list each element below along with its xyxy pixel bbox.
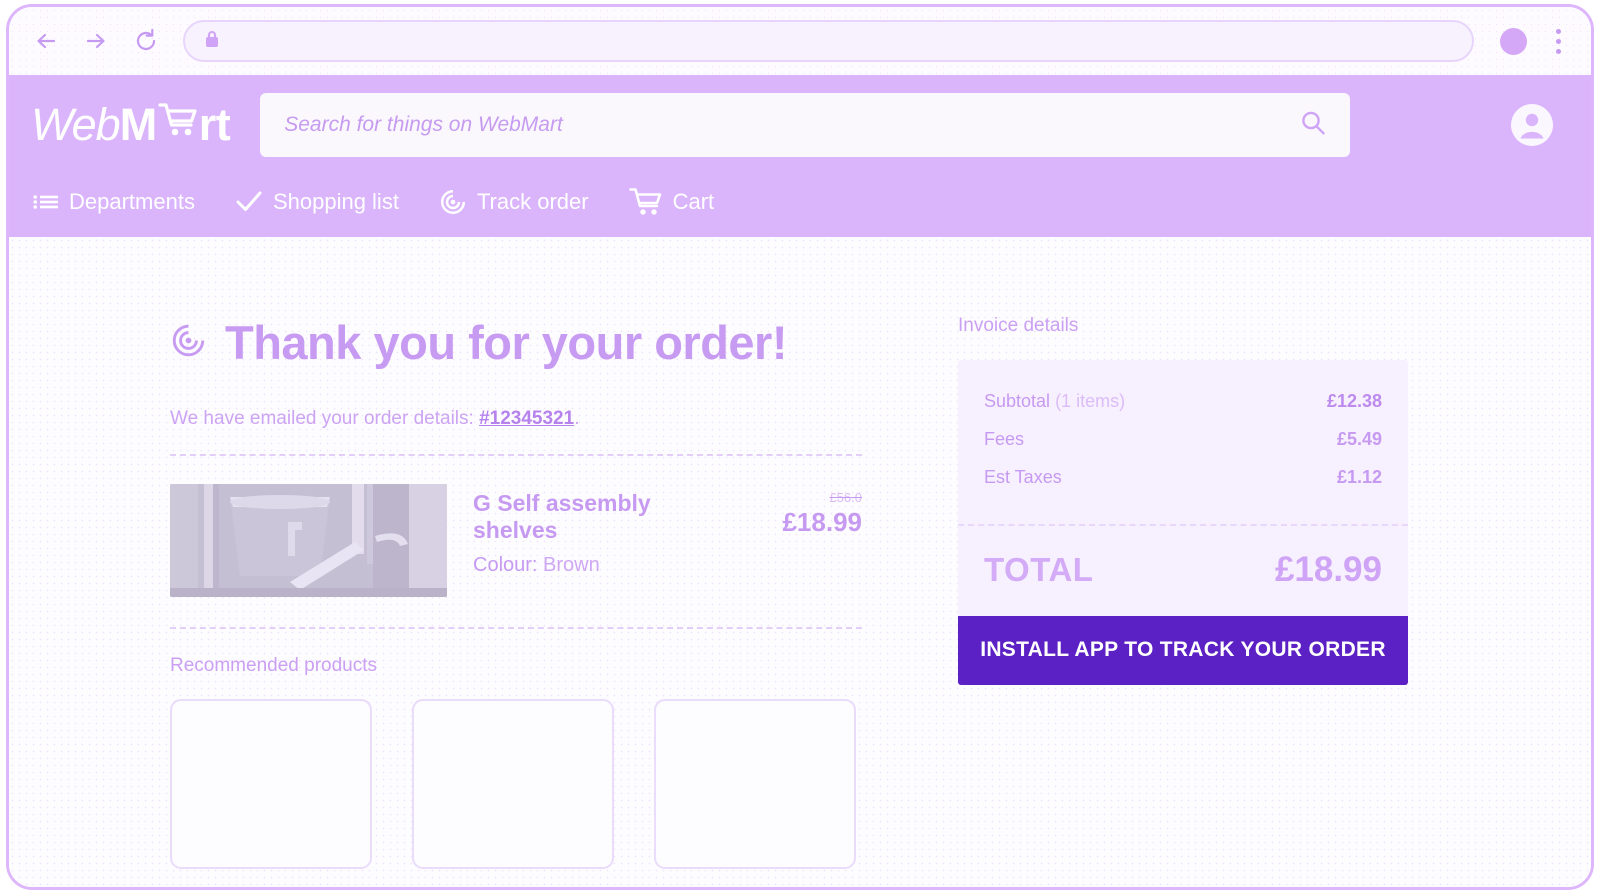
user-account-icon[interactable]	[1509, 102, 1555, 148]
order-email-suffix: .	[574, 408, 580, 429]
profile-circle-icon[interactable]	[1500, 27, 1527, 55]
nav-label-departments: Departments	[69, 189, 195, 214]
invoice-taxes-label: Est Taxes	[984, 467, 1062, 487]
webmart-logo[interactable]: Web M rt	[31, 99, 231, 151]
nav-item-track-order[interactable]: Track order	[439, 188, 589, 216]
invoice-line-fees: Fees £5.49	[984, 422, 1382, 460]
search-input[interactable]: Search for things on WebMart	[260, 93, 1351, 157]
invoice-fees-value: £5.49	[1336, 429, 1382, 449]
arrow-right-icon	[82, 27, 110, 55]
browser-window: Web M rt Search for things on WebMart De…	[6, 4, 1594, 890]
order-summary-column: Thank you for your order! We have emaile…	[170, 315, 862, 869]
search-icon[interactable]	[1298, 108, 1328, 143]
logo-text-rt: rt	[198, 99, 231, 150]
recommended-product-card[interactable]	[412, 699, 614, 869]
target-track-icon	[439, 188, 467, 216]
invoice-line-items: Subtotal (1 items) £12.38 Fees £5.49 Est…	[958, 360, 1408, 524]
invoice-details-title: Invoice details	[958, 315, 1079, 336]
nav-item-shopping-list[interactable]: Shopping list	[235, 189, 399, 215]
logo-text-web: Web	[31, 99, 121, 150]
search-placeholder: Search for things on WebMart	[284, 113, 563, 136]
invoice-total-value: £18.99	[1274, 550, 1382, 589]
invoice-column: Invoice details Subtotal (1 items) £12.3…	[958, 315, 1408, 869]
site-header: Web M rt Search for things on WebMart De…	[9, 75, 1591, 237]
recommended-products-title: Recommended products	[170, 655, 377, 676]
browser-toolbar	[9, 7, 1591, 75]
recommended-products-grid	[170, 699, 862, 869]
lock-icon	[203, 29, 221, 54]
invoice-taxes-value: £1.12	[1336, 467, 1382, 487]
order-item-row: G Self assembly shelves Colour: Brown £5…	[170, 456, 862, 627]
invoice-subtotal-value: £12.38	[1326, 391, 1382, 411]
invoice-subtotal-label: Subtotal	[984, 391, 1056, 411]
forward-button[interactable]	[79, 24, 113, 58]
reload-button[interactable]	[129, 24, 163, 58]
order-email-notice: We have emailed your order details: #123…	[170, 408, 862, 454]
product-attribute-value: Brown	[543, 554, 600, 576]
self-assembly-shelves-photo	[170, 484, 447, 597]
header-top-row: Web M rt Search for things on WebMart	[9, 75, 1591, 175]
hamburger-list-icon	[33, 192, 59, 212]
chrome-right-controls	[1500, 26, 1569, 56]
back-button[interactable]	[29, 24, 63, 58]
nav-item-departments[interactable]: Departments	[33, 189, 195, 215]
invoice-line-taxes: Est Taxes £1.12	[984, 460, 1382, 498]
target-track-icon	[170, 322, 207, 364]
check-icon	[235, 190, 263, 214]
kebab-menu-icon[interactable]	[1547, 26, 1569, 56]
invoice-line-subtotal: Subtotal (1 items) £12.38	[984, 384, 1382, 422]
invoice-line-label: Subtotal (1 items)	[984, 391, 1125, 412]
recommended-product-card[interactable]	[170, 699, 372, 869]
page-content: Thank you for your order! We have emaile…	[9, 237, 1591, 887]
install-app-button[interactable]: INSTALL APP TO TRACK YOUR ORDER	[958, 616, 1408, 685]
invoice-fees-label: Fees	[984, 429, 1025, 449]
invoice-total-row: TOTAL £18.99	[958, 526, 1408, 616]
shopping-cart-icon	[628, 187, 663, 217]
shopping-cart-icon	[158, 101, 198, 144]
reload-icon	[133, 28, 159, 54]
product-price-original: £56.0	[829, 490, 862, 505]
url-bar[interactable]	[183, 20, 1474, 62]
order-number-link[interactable]: #12345321	[479, 408, 574, 429]
invoice-subtotal-count: (1 items)	[1055, 391, 1126, 411]
nav-label-cart: Cart	[672, 189, 715, 214]
page-title: Thank you for your order!	[225, 316, 788, 369]
product-attribute-label: Colour:	[473, 554, 538, 576]
header-nav: Departments Shopping list Track order Ca…	[9, 175, 1591, 237]
recommended-product-card[interactable]	[654, 699, 856, 869]
invoice-card: Subtotal (1 items) £12.38 Fees £5.49 Est…	[958, 360, 1408, 685]
arrow-left-icon	[32, 27, 60, 55]
nav-label-track-order: Track order	[476, 189, 589, 214]
nav-label-shopping-list: Shopping list	[272, 189, 399, 214]
nav-item-cart[interactable]: Cart	[628, 187, 715, 217]
product-info: G Self assembly shelves Colour: Brown	[473, 484, 726, 577]
invoice-total-label: TOTAL	[984, 551, 1094, 588]
product-attribute: Colour: Brown	[473, 554, 726, 577]
logo-text-m: M	[119, 99, 158, 150]
product-name[interactable]: G Self assembly shelves	[473, 490, 726, 544]
product-price-current: £18.99	[782, 507, 862, 537]
order-email-prefix: We have emailed your order details:	[170, 408, 480, 429]
product-thumbnail[interactable]	[170, 484, 447, 597]
confirmation-heading: Thank you for your order!	[170, 315, 862, 370]
product-price-block: £56.0 £18.99	[752, 484, 862, 538]
